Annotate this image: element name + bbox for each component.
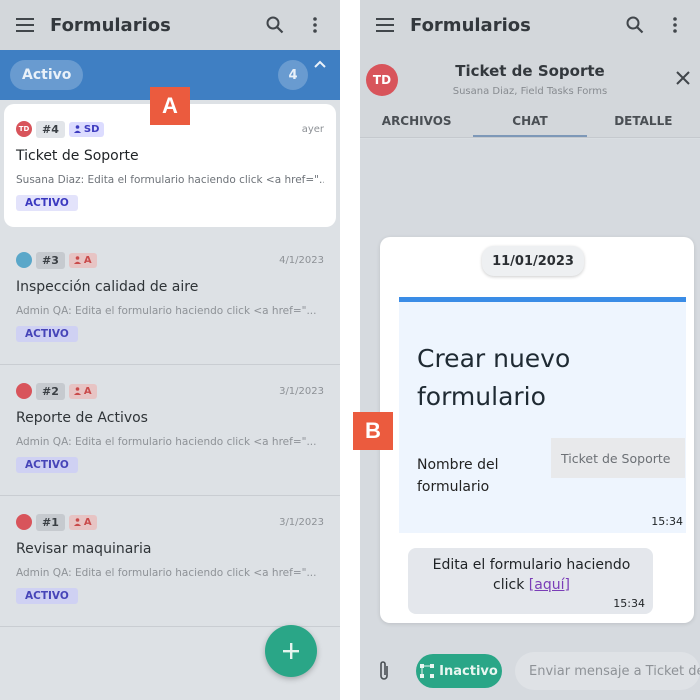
inactive-label: Inactivo [439, 663, 498, 679]
message-group: 11/01/2023 Crear nuevo formulario Nombre… [380, 237, 694, 623]
marker-a: A [150, 87, 190, 125]
ticket-avatar [16, 514, 32, 530]
ticket-avatar: TD [16, 121, 32, 137]
marker-b: B [353, 412, 393, 450]
ticket-number: #3 [36, 251, 65, 269]
ticket-card[interactable]: #2 A 3/1/2023 Reporte de Activos Admin Q… [0, 366, 340, 496]
form-message-card[interactable]: Crear nuevo formulario Nombre del formul… [399, 297, 686, 533]
user-badge: A [68, 514, 97, 530]
ticket-preview: Admin QA: Edita el formulario haciendo c… [16, 567, 317, 579]
ticket-chat-panel: Formularios TD Ticket de Soporte Susana … [360, 0, 700, 700]
app-title: Formularios [410, 14, 531, 36]
attach-icon[interactable] [378, 660, 390, 686]
workflow-icon [420, 664, 435, 678]
ticket-date: ayer [301, 123, 324, 135]
ticket-number: #2 [36, 382, 65, 400]
search-icon[interactable] [262, 12, 288, 38]
ticket-title: Inspección calidad de aire [16, 279, 199, 295]
message-time: 15:34 [613, 597, 645, 610]
plus-icon [283, 643, 299, 659]
composer-bar: Inactivo Enviar mensaje a Ticket de Sopo… [360, 640, 700, 700]
ticket-card[interactable]: #1 A 3/1/2023 Revisar maquinaria Admin Q… [0, 497, 340, 627]
inactive-button[interactable]: Inactivo [416, 654, 502, 688]
user-initials: SD [83, 123, 100, 135]
ticket-date: 3/1/2023 [279, 385, 324, 397]
tab-chat[interactable]: CHAT [473, 109, 587, 137]
ticket-card[interactable]: #3 A 4/1/2023 Inspección calidad de aire… [0, 235, 340, 365]
ticket-number: #4 [36, 120, 65, 138]
message-body: Edita el formulario haciendo click [aquí… [418, 555, 645, 595]
edit-form-link[interactable]: [aquí] [529, 577, 570, 593]
ticket-avatar [16, 383, 32, 399]
app-title: Formularios [50, 14, 171, 36]
ticket-title: Ticket de Soporte [16, 148, 139, 164]
ticket-preview: Susana Diaz: Edita el formulario haciend… [16, 174, 324, 186]
close-icon[interactable] [676, 70, 690, 89]
ticket-date: 4/1/2023 [279, 254, 324, 266]
chevron-up-icon[interactable] [312, 60, 328, 90]
add-ticket-button[interactable] [265, 625, 317, 677]
section-count: 4 [278, 60, 308, 90]
ticket-title: Reporte de Activos [16, 410, 148, 426]
ticket-list: TD #4 SD ayer Ticket de Soporte Susana D… [0, 100, 340, 700]
ticket-avatar [16, 252, 32, 268]
person-icon [73, 518, 81, 526]
user-initials: A [83, 516, 92, 528]
menu-icon[interactable] [372, 12, 398, 38]
date-chip: 11/01/2023 [482, 246, 584, 276]
left-app-bar: Formularios [0, 0, 340, 50]
search-icon[interactable] [622, 12, 648, 38]
status-badge: ACTIVO [16, 326, 78, 342]
message-input[interactable]: Enviar mensaje a Ticket de Soporte [515, 652, 700, 690]
status-badge: ACTIVO [16, 195, 78, 211]
ticket-title: Revisar maquinaria [16, 541, 152, 557]
chat-message: Edita el formulario haciendo click [aquí… [408, 548, 653, 614]
form-name-field[interactable]: Ticket de Soporte [551, 438, 685, 478]
chat-subtitle: Susana Diaz, Field Tasks Forms [452, 86, 608, 97]
ticket-date: 3/1/2023 [279, 516, 324, 528]
ticket-preview: Admin QA: Edita el formulario haciendo c… [16, 436, 317, 448]
more-vert-icon[interactable] [662, 12, 688, 38]
chat-header: TD Ticket de Soporte Susana Diaz, Field … [360, 50, 700, 138]
menu-icon[interactable] [12, 12, 38, 38]
right-app-bar: Formularios [360, 0, 700, 50]
user-badge: SD [68, 121, 105, 137]
user-badge: A [68, 383, 97, 399]
status-badge: ACTIVO [16, 457, 78, 473]
field-label: Nombre del formulario [417, 457, 499, 495]
tab-detalle[interactable]: DETALLE [587, 109, 700, 137]
ticket-preview: Admin QA: Edita el formulario haciendo c… [16, 305, 317, 317]
section-label: Activo [10, 60, 84, 90]
user-initials: A [83, 385, 92, 397]
ticket-number: #1 [36, 513, 65, 531]
person-icon [73, 387, 81, 395]
status-badge: ACTIVO [16, 588, 78, 604]
person-icon [73, 256, 81, 264]
chat-title: Ticket de Soporte [455, 62, 605, 80]
user-initials: A [83, 254, 92, 266]
more-vert-icon[interactable] [302, 12, 328, 38]
chat-tabs: ARCHIVOS CHAT DETALLE [360, 109, 700, 137]
message-time: 15:34 [651, 515, 683, 528]
person-icon [73, 125, 81, 133]
form-title: Crear nuevo formulario [417, 344, 571, 411]
tab-archivos[interactable]: ARCHIVOS [360, 109, 473, 137]
user-badge: A [68, 252, 97, 268]
